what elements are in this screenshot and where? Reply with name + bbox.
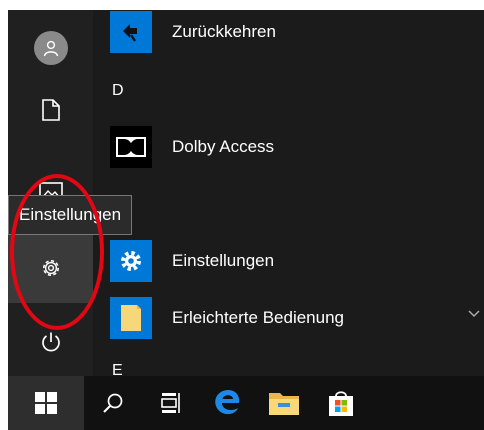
documents-button[interactable]	[8, 80, 93, 140]
document-icon	[41, 99, 60, 121]
app-zurueckkehren[interactable]: Zurückkehren	[110, 10, 472, 58]
power-icon	[41, 332, 60, 352]
edge-button[interactable]	[198, 376, 255, 430]
app-list: Zurückkehren D Dolby Access Einstellunge…	[93, 10, 484, 376]
app-label: Dolby Access	[172, 137, 275, 156]
app-label: Erleichterte Bedienung	[172, 308, 345, 327]
group-letter-e[interactable]: E	[112, 362, 123, 376]
search-icon	[102, 393, 122, 413]
app-dolby-access[interactable]: Dolby Access	[110, 121, 472, 173]
app-label: Einstellungen	[172, 251, 275, 270]
start-rail	[8, 10, 93, 376]
power-button[interactable]	[8, 312, 93, 372]
store-icon	[328, 391, 353, 416]
app-erleichterte-bedienung[interactable]: Erleichterte Bedienung	[110, 292, 472, 344]
file-explorer-button[interactable]	[255, 376, 312, 430]
start-button[interactable]	[8, 376, 84, 430]
taskbar	[8, 376, 484, 430]
windows-logo-icon	[35, 392, 57, 414]
user-icon	[33, 31, 68, 65]
back-arrow-icon	[110, 11, 152, 53]
app-label: Zurückkehren	[172, 22, 276, 41]
store-button[interactable]	[312, 376, 369, 430]
gear-icon	[42, 260, 59, 276]
search-button[interactable]	[84, 376, 141, 430]
dolby-logo-icon	[110, 126, 152, 168]
app-einstellungen[interactable]: Einstellungen	[110, 235, 472, 287]
folder-icon	[268, 393, 299, 415]
task-view-button[interactable]	[141, 376, 198, 430]
start-menu: Zurückkehren D Dolby Access Einstellunge…	[8, 10, 484, 376]
settings-button[interactable]	[8, 233, 93, 303]
group-letter-d[interactable]: D	[112, 82, 124, 100]
gear-icon	[110, 240, 152, 282]
edge-icon	[214, 390, 239, 415]
user-account-button[interactable]	[8, 18, 93, 78]
folder-icon	[110, 297, 152, 339]
task-view-icon	[160, 393, 180, 413]
chevron-down-icon[interactable]	[468, 310, 480, 318]
settings-tooltip: Einstellungen	[8, 195, 133, 235]
